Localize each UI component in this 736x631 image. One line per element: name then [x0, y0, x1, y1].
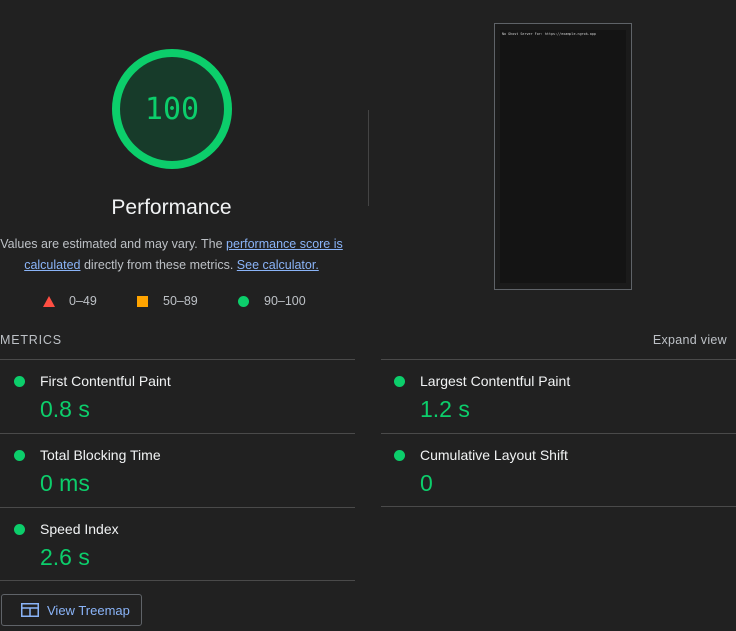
- metric-cls: Cumulative Layout Shift 0: [380, 434, 735, 508]
- metrics-header: METRICS: [0, 333, 62, 347]
- vertical-divider: [368, 110, 369, 206]
- metric-value: 1.2 s: [420, 396, 470, 422]
- screenshot-text: No Ghost Server For: https://example.ngr…: [502, 32, 596, 36]
- metric-lcp: Largest Contentful Paint 1.2 s: [380, 360, 735, 434]
- legend-average-label: 50–89: [163, 294, 198, 308]
- description-text-1: Values are estimated and may vary. The: [0, 237, 227, 251]
- metric-tbt: Total Blocking Time 0 ms: [0, 434, 355, 508]
- expand-view-toggle[interactable]: Expand view: [653, 333, 727, 347]
- description-text-2: directly from these metrics.: [80, 258, 237, 272]
- divider: [381, 506, 736, 507]
- treemap-icon: [21, 603, 39, 617]
- legend-fail: 0–49: [43, 294, 97, 308]
- divider: [0, 580, 355, 581]
- view-treemap-label: View Treemap: [47, 602, 130, 618]
- pass-circle-icon: [394, 376, 405, 387]
- performance-score: 100: [144, 91, 200, 127]
- metric-title: Total Blocking Time: [40, 447, 161, 463]
- circle-icon: [238, 295, 249, 307]
- metric-title: First Contentful Paint: [40, 373, 171, 389]
- pass-circle-icon: [14, 450, 25, 461]
- legend-fail-label: 0–49: [69, 294, 97, 308]
- legend-pass-label: 90–100: [264, 294, 306, 308]
- screenshot-viewport: No Ghost Server For: https://example.ngr…: [500, 30, 626, 283]
- metric-value: 0.8 s: [40, 396, 90, 422]
- score-legend: 0–49 50–89 90–100: [0, 294, 343, 312]
- pass-circle-icon: [14, 376, 25, 387]
- metric-title: Cumulative Layout Shift: [420, 447, 568, 463]
- final-screenshot[interactable]: No Ghost Server For: https://example.ngr…: [494, 23, 632, 290]
- gauge-title: Performance: [111, 196, 232, 219]
- performance-gauge: 100: [111, 48, 233, 170]
- metric-value: 0: [420, 470, 433, 496]
- see-calculator-link[interactable]: See calculator.: [237, 258, 319, 272]
- metric-title: Largest Contentful Paint: [420, 373, 571, 389]
- metric-title: Speed Index: [40, 521, 119, 537]
- triangle-icon: [43, 295, 55, 307]
- metric-speed-index: Speed Index 2.6 s: [0, 508, 355, 582]
- metric-value: 0 ms: [40, 470, 90, 496]
- score-description: Values are estimated and may vary. The p…: [0, 234, 343, 276]
- square-icon: [137, 295, 148, 307]
- legend-pass: 90–100: [238, 294, 306, 308]
- pass-circle-icon: [394, 450, 405, 461]
- metric-fcp: First Contentful Paint 0.8 s: [0, 360, 355, 434]
- legend-average: 50–89: [137, 294, 198, 308]
- pass-circle-icon: [14, 524, 25, 535]
- view-treemap-button[interactable]: View Treemap: [1, 594, 142, 626]
- metric-value: 2.6 s: [40, 544, 90, 570]
